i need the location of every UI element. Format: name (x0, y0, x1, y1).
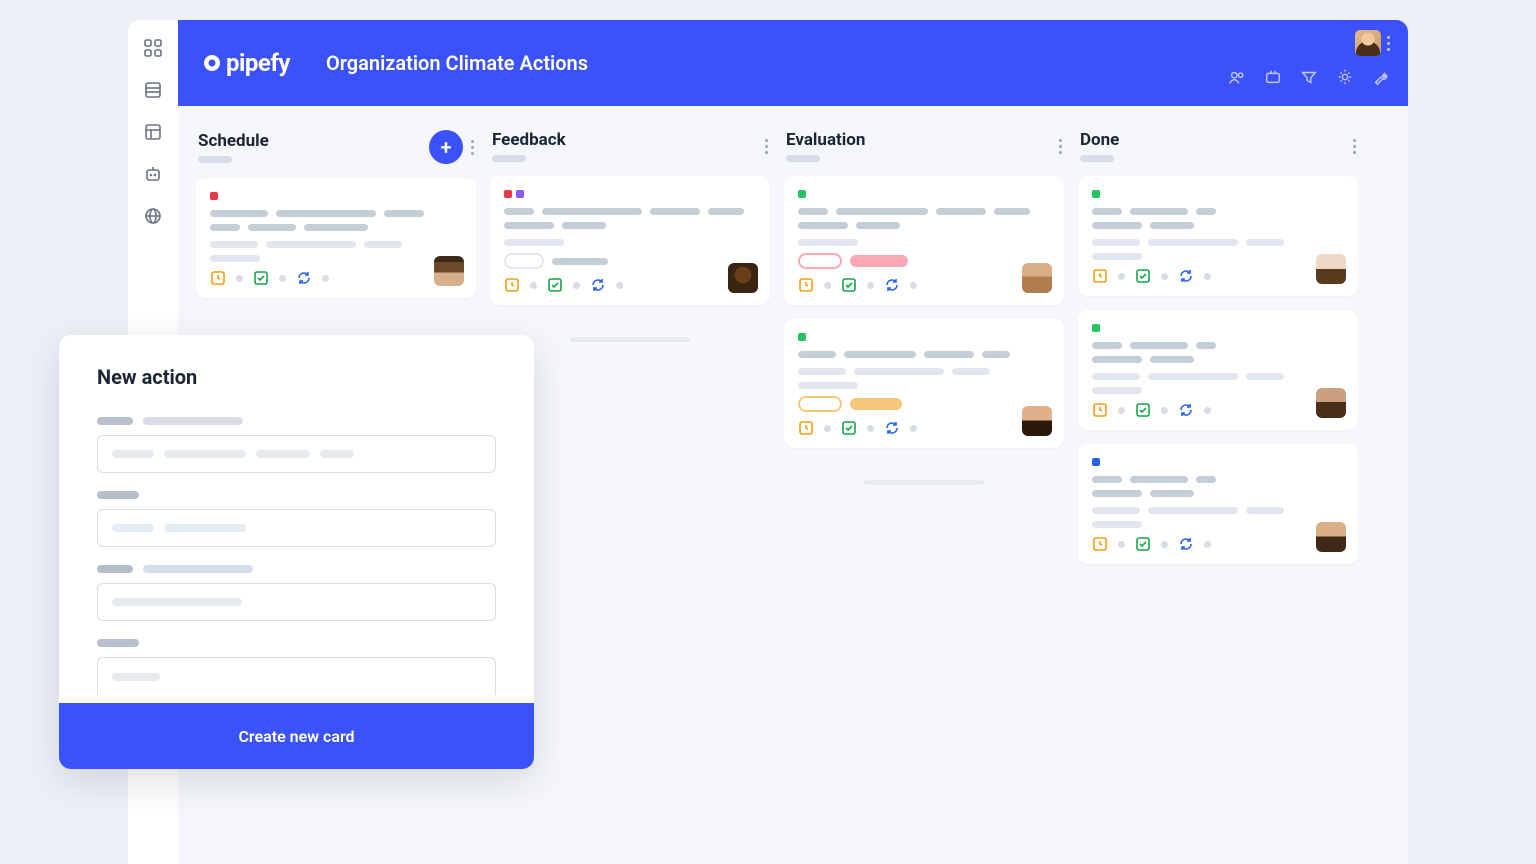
column-menu-icon[interactable] (765, 139, 768, 154)
clock-icon (798, 420, 814, 436)
layout-icon[interactable] (143, 122, 163, 142)
card-label-purple (516, 190, 524, 198)
kanban-card[interactable] (1078, 310, 1358, 430)
apps-icon[interactable] (143, 38, 163, 58)
check-icon (1135, 536, 1151, 552)
refresh-icon (296, 270, 312, 286)
column-menu-icon[interactable] (1059, 139, 1062, 154)
card-chip (850, 255, 908, 267)
assignee-avatar (434, 256, 464, 286)
clock-icon (210, 270, 226, 286)
assignee-avatar (1316, 522, 1346, 552)
assignee-avatar (1316, 254, 1346, 284)
column-title: Feedback (492, 130, 566, 150)
board-title: Organization Climate Actions (326, 51, 588, 75)
refresh-icon (884, 277, 900, 293)
clock-icon (798, 277, 814, 293)
clock-icon (504, 277, 520, 293)
topbar-menu-icon[interactable] (1387, 36, 1390, 51)
column-evaluation: Evaluation (784, 126, 1064, 864)
wrench-icon[interactable] (1372, 68, 1390, 86)
inbox-icon[interactable] (1264, 68, 1282, 86)
check-icon (1135, 402, 1151, 418)
card-label-blue (1092, 458, 1100, 466)
kanban-card[interactable] (196, 178, 476, 298)
column-title: Done (1080, 130, 1119, 150)
column-subtitle (1080, 155, 1114, 162)
column-footer (864, 480, 984, 485)
refresh-icon (1178, 536, 1194, 552)
form-input-1[interactable] (97, 435, 496, 473)
clock-icon (1092, 402, 1108, 418)
refresh-icon (1178, 268, 1194, 284)
list-icon[interactable] (143, 80, 163, 100)
card-label-green (798, 333, 806, 341)
refresh-icon (884, 420, 900, 436)
card-label-red (210, 192, 218, 200)
kanban-card[interactable] (1078, 444, 1358, 564)
assignee-avatar (728, 263, 758, 293)
column-menu-icon[interactable] (1353, 139, 1356, 154)
refresh-icon (590, 277, 606, 293)
check-icon (1135, 268, 1151, 284)
column-title: Evaluation (786, 130, 865, 150)
assignee-avatar (1022, 263, 1052, 293)
form-input-2[interactable] (97, 509, 496, 547)
card-label-red (504, 190, 512, 198)
card-chip (850, 398, 902, 410)
form-input-3[interactable] (97, 583, 496, 621)
check-icon (841, 420, 857, 436)
card-chip (798, 396, 842, 412)
topbar: pipefy Organization Climate Actions (178, 20, 1408, 106)
globe-icon[interactable] (143, 206, 163, 226)
card-label-green (798, 190, 806, 198)
column-footer (570, 337, 690, 342)
check-icon (253, 270, 269, 286)
card-chip (504, 253, 544, 269)
check-icon (547, 277, 563, 293)
assignee-avatar (1022, 406, 1052, 436)
column-subtitle (786, 155, 820, 162)
members-icon[interactable] (1228, 68, 1246, 86)
clock-icon (1092, 536, 1108, 552)
form-input-4[interactable] (97, 657, 496, 695)
card-chip (798, 253, 842, 269)
assignee-avatar (1316, 388, 1346, 418)
kanban-card[interactable] (490, 176, 770, 305)
kanban-card[interactable] (784, 319, 1064, 448)
kanban-card[interactable] (784, 176, 1064, 305)
column-subtitle (492, 155, 526, 162)
new-card-modal: New action Create new card (59, 335, 534, 769)
column-done: Done (1078, 126, 1358, 864)
kanban-card[interactable] (1078, 176, 1358, 296)
add-card-button[interactable]: + (429, 130, 463, 164)
filter-icon[interactable] (1300, 68, 1318, 86)
user-avatar[interactable] (1355, 30, 1381, 56)
settings-icon[interactable] (1336, 68, 1354, 86)
card-label-green (1092, 324, 1100, 332)
column-subtitle (198, 156, 232, 163)
check-icon (841, 277, 857, 293)
bot-icon[interactable] (143, 164, 163, 184)
modal-title: New action (97, 365, 496, 389)
brand-logo: pipefy (202, 49, 290, 77)
clock-icon (1092, 268, 1108, 284)
create-card-button[interactable]: Create new card (59, 703, 534, 769)
card-label-green (1092, 190, 1100, 198)
refresh-icon (1178, 402, 1194, 418)
column-title: Schedule (198, 131, 269, 151)
column-menu-icon[interactable] (471, 140, 474, 155)
